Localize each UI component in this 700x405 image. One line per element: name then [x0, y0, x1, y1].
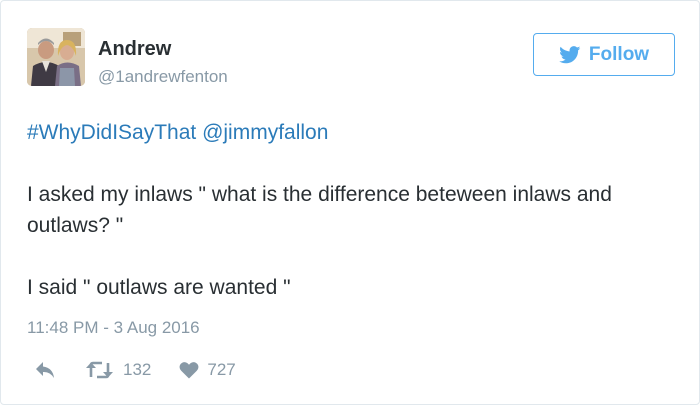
- retweet-count: 132: [123, 360, 152, 379]
- like-button[interactable]: 727: [179, 359, 236, 381]
- hashtag-link[interactable]: #WhyDidISayThat: [27, 121, 196, 144]
- heart-icon: [179, 362, 199, 379]
- twitter-bird-icon: [559, 45, 581, 63]
- retweet-button[interactable]: 132: [85, 359, 151, 381]
- tweet-text: #WhyDidISayThat @jimmyfallon I asked my …: [27, 117, 677, 303]
- tweet-paragraph-answer: I said " outlaws are wanted ": [27, 276, 291, 299]
- follow-label: Follow: [588, 43, 650, 65]
- follow-button[interactable]: Follow: [533, 33, 675, 76]
- tweet-card: Andrew @1andrewfenton Follow #WhyDidISay…: [0, 0, 700, 405]
- user-name[interactable]: Andrew: [98, 37, 171, 61]
- reply-button[interactable]: [35, 361, 55, 379]
- tweet-line-tags: #WhyDidISayThat @jimmyfallon: [27, 117, 677, 148]
- retweet-icon: [86, 361, 113, 379]
- reply-icon: [36, 362, 54, 378]
- tweet-timestamp[interactable]: 11:48 PM - 3 Aug 2016: [27, 317, 200, 339]
- mention-link[interactable]: @jimmyfallon: [202, 121, 328, 144]
- tweet-actions: 132 727: [35, 359, 236, 381]
- tweet-paragraph-question: I asked my inlaws " what is the differen…: [27, 183, 612, 237]
- like-count: 727: [207, 360, 236, 379]
- user-handle[interactable]: @1andrewfenton: [98, 67, 228, 87]
- avatar[interactable]: [27, 28, 85, 86]
- profile-photo-icon: [27, 28, 85, 86]
